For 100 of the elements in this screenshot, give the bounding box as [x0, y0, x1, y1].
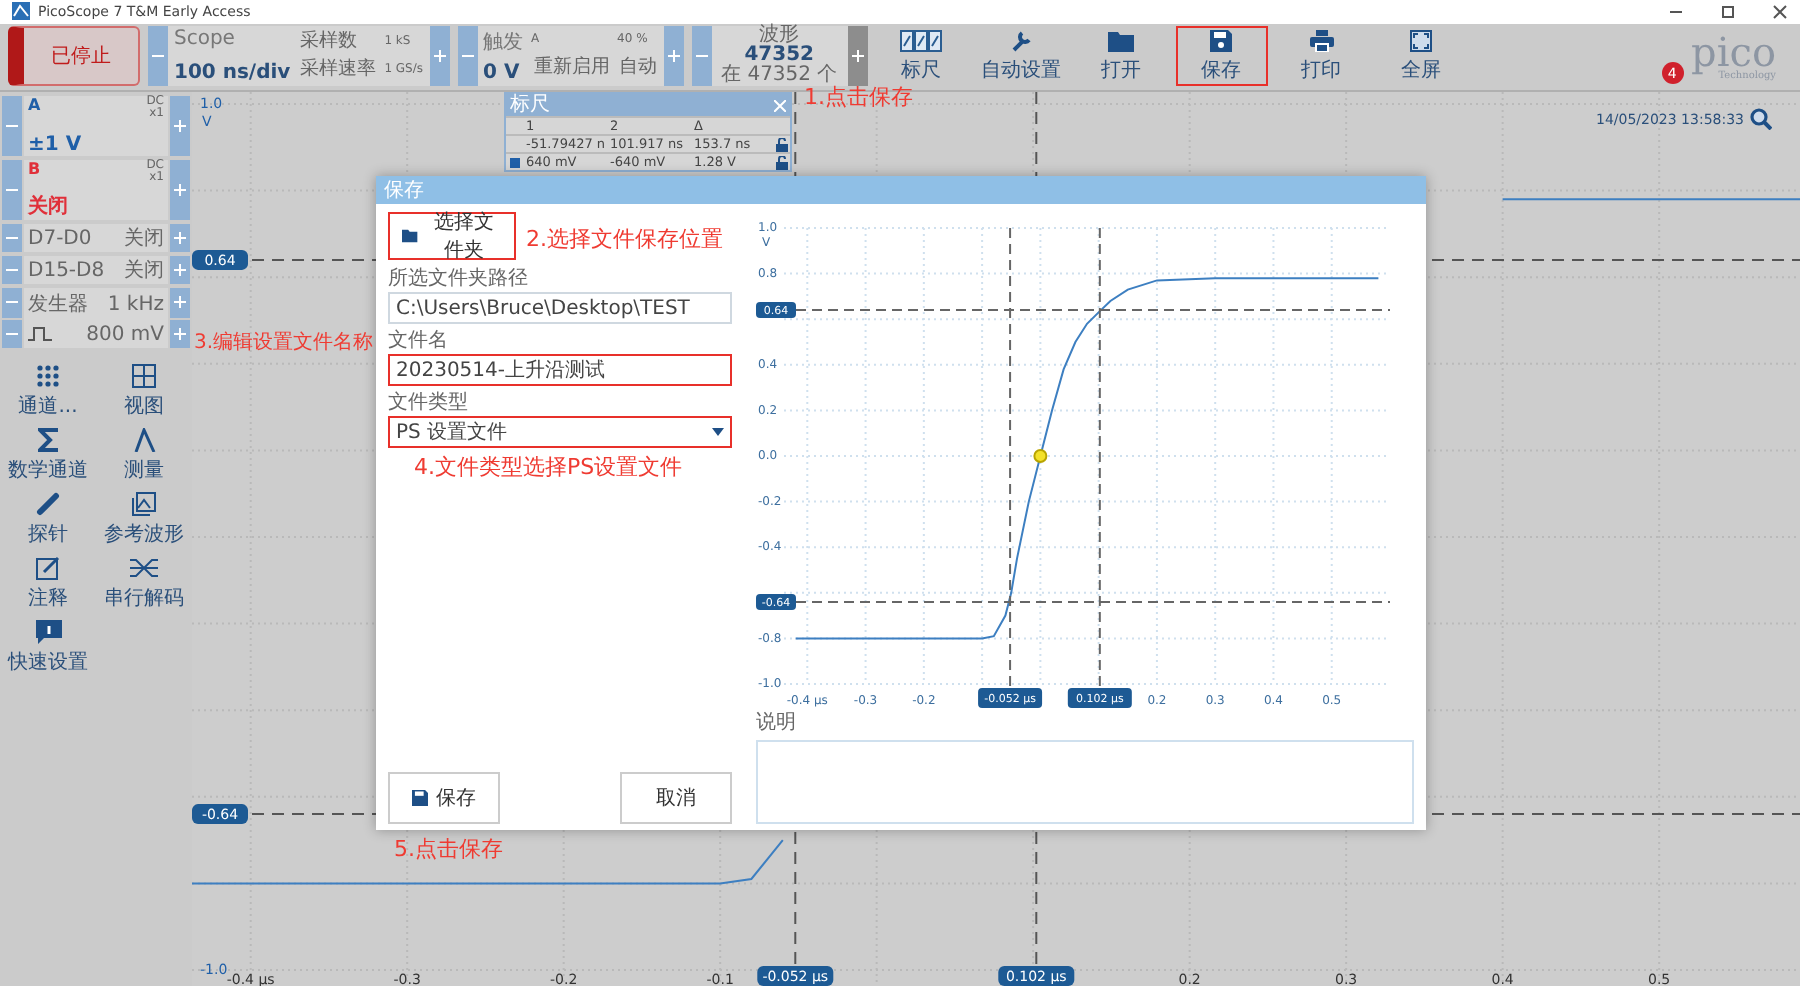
toolbar-button[interactable]: 打印: [1275, 26, 1368, 87]
tool-button[interactable]: 注释: [0, 556, 96, 612]
caret-icon: [712, 428, 724, 436]
folder-icon: [402, 228, 418, 244]
generator-frequency: 1 kHz: [107, 293, 164, 316]
channel-name: B: [28, 160, 41, 182]
tool-button[interactable]: 视图: [96, 364, 192, 420]
generator-label: 发生器: [28, 291, 88, 319]
minus-icon: [152, 50, 164, 63]
run-status-button[interactable]: 已停止: [8, 26, 140, 87]
increase-button[interactable]: [429, 26, 450, 87]
increase-button[interactable]: [170, 256, 190, 284]
save-icon: [412, 790, 428, 806]
channel-name: A: [28, 96, 41, 118]
close-icon[interactable]: [1772, 3, 1788, 20]
waveform-panel[interactable]: 波形 47352 在 47352 个: [711, 26, 848, 87]
minus-icon: [6, 184, 18, 196]
plus-icon: [174, 264, 186, 276]
save-button[interactable]: 保存: [388, 772, 500, 824]
minus-icon: [6, 232, 18, 244]
file-type-dropdown[interactable]: PS 设置文件: [388, 416, 732, 448]
decrease-button[interactable]: [2, 256, 22, 284]
toolbar-button[interactable]: 自动设置: [975, 26, 1068, 87]
sigma-icon: [37, 428, 59, 452]
minus-icon: [6, 327, 18, 340]
digital-channel-state: 关闭: [124, 225, 164, 252]
trigger-mode-label: 重新启用: [533, 59, 610, 79]
picture-icon: [132, 492, 156, 516]
tool-button[interactable]: 测量: [96, 428, 192, 484]
waveform-number: 47352: [744, 46, 815, 67]
logo-text: pico: [1691, 31, 1776, 72]
grid-icon: [132, 364, 156, 388]
field-label: 所选文件夹路径: [388, 268, 530, 292]
info-bubble-icon: [35, 620, 61, 644]
minus-icon: [461, 50, 474, 63]
decrease-button[interactable]: [2, 288, 22, 317]
square-wave-icon: [28, 326, 52, 343]
fullscreen-icon: [1410, 29, 1433, 52]
folder-path-field[interactable]: C:\Users\Bruce\Desktop\TEST: [388, 292, 732, 324]
toolbar-button[interactable]: 保存: [1175, 26, 1268, 87]
file-name-field[interactable]: 20230514-上升沿测试: [388, 354, 732, 386]
increase-button[interactable]: [847, 26, 868, 87]
plus-icon: [851, 50, 864, 63]
plus-icon: [433, 50, 446, 63]
folder-icon: [1108, 29, 1135, 52]
lock-icon[interactable]: [774, 137, 790, 151]
edit-icon: [36, 556, 60, 580]
tool-button[interactable]: 通道...: [0, 364, 96, 420]
zoom-icon[interactable]: [1750, 108, 1772, 130]
digital-channel-panel[interactable]: D15-D8 关闭: [24, 256, 168, 284]
choose-folder-button[interactable]: 选择文件夹: [388, 212, 516, 260]
instruction-note: 2.选择文件保存位置: [526, 224, 723, 254]
decrease-button[interactable]: [148, 26, 168, 87]
increase-button[interactable]: [170, 319, 190, 348]
cursor-table-title: 标尺: [510, 94, 550, 116]
tool-button[interactable]: 参考波形: [96, 492, 192, 548]
decrease-button[interactable]: [691, 26, 712, 87]
toolbar-button[interactable]: 标尺: [875, 26, 968, 87]
increase-button[interactable]: [170, 96, 190, 156]
digital-channel-name: D15-D8: [28, 259, 105, 281]
digital-channel-name: D7-D0: [28, 227, 92, 249]
channel-range: ±1 V: [28, 134, 84, 156]
trigger-level: 0 V: [483, 62, 522, 85]
generator-panel[interactable]: 发生器 1 kHz 800 mV: [24, 288, 168, 348]
increase-button[interactable]: [170, 224, 190, 252]
tool-button[interactable]: 串行解码: [96, 556, 192, 612]
field-label: 说明: [756, 712, 798, 736]
notes-field[interactable]: [756, 740, 1414, 824]
plus-icon: [174, 184, 186, 196]
decrease-button[interactable]: [457, 26, 478, 87]
minus-icon: [6, 264, 18, 276]
tool-button[interactable]: 探针: [0, 492, 96, 548]
timebase-label: Scope: [174, 28, 237, 51]
lock-icon[interactable]: [774, 155, 790, 169]
plus-icon: [667, 50, 680, 63]
trigger-mode: 自动: [618, 59, 657, 79]
minus-icon: [6, 120, 18, 132]
increase-button[interactable]: [170, 288, 190, 317]
increase-button[interactable]: [663, 26, 684, 87]
increase-button[interactable]: [170, 160, 190, 220]
wrench-icon: [1010, 29, 1033, 52]
decrease-button[interactable]: [2, 224, 22, 252]
waveform-label: 波形: [759, 26, 800, 47]
toolbar-button[interactable]: 全屏: [1375, 26, 1468, 87]
tool-button[interactable]: 快速设置: [0, 620, 96, 676]
toolbar-button[interactable]: 打开: [1075, 26, 1168, 87]
waveform-total: 在 47352 个: [721, 66, 838, 87]
sample-rate-label: 采样速率: [300, 61, 377, 81]
cancel-button[interactable]: 取消: [620, 772, 732, 824]
digital-channel-panel[interactable]: D7-D0 关闭: [24, 224, 168, 252]
decrease-button[interactable]: [2, 319, 22, 348]
dialog-title: 保存: [384, 178, 424, 204]
instruction-note: 3.编辑设置文件名称: [194, 329, 374, 356]
tool-button[interactable]: 数学通道: [0, 428, 96, 484]
trigger-marker: [1033, 449, 1048, 463]
save-icon: [1210, 29, 1233, 52]
samples-label: 采样数: [300, 33, 360, 53]
minus-icon: [6, 296, 18, 309]
timebase-value: 100 ns/div: [174, 62, 291, 85]
restore-icon[interactable]: [1720, 3, 1736, 20]
